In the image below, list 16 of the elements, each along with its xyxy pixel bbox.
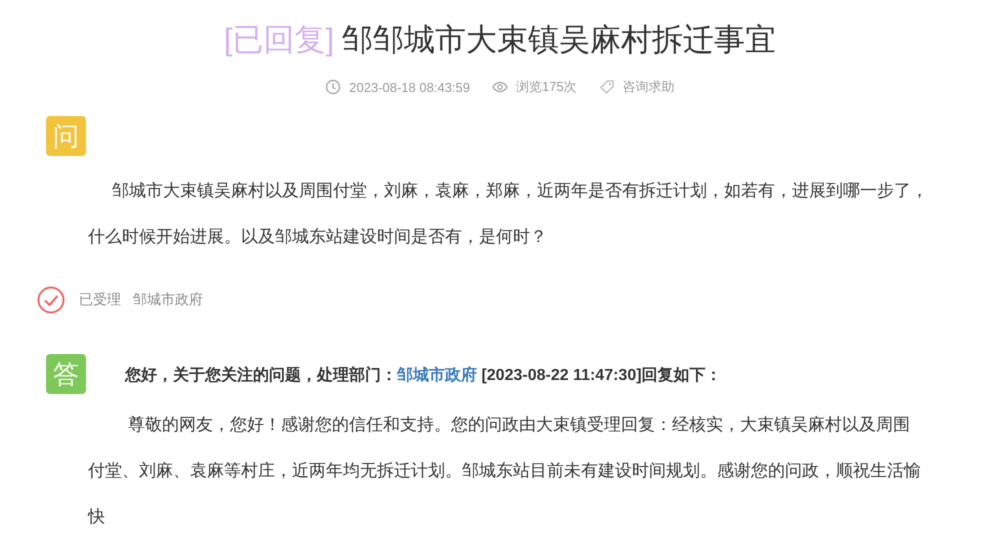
question-text: 邹城市大束镇吴麻村以及周围付堂，刘麻，袁麻，郑麻，近两年是否有拆迁计划，如若有，进展到哪一步了，什么时候开始进展。以及邹城东站建设时间是否有，是何时？ bbox=[88, 180, 929, 248]
reply-status: [已回复] bbox=[224, 22, 334, 57]
post-date: 2023-08-18 08:43:59 bbox=[349, 80, 470, 94]
department-link[interactable]: 邹城市政府 bbox=[397, 366, 477, 384]
tag-icon bbox=[598, 79, 615, 95]
department-label: 邹城市政府 bbox=[133, 291, 203, 309]
reply-heading: 您好，关于您关注的问题，处理部门：邹城市政府 [2023-08-22 11:47:30]回复如下： bbox=[125, 365, 722, 386]
eye-icon bbox=[492, 79, 508, 95]
clock-icon bbox=[325, 79, 342, 95]
page-title: 邹邹城市大束镇吴麻村拆迁事宜 bbox=[342, 22, 776, 57]
view-count: 浏览175次 bbox=[516, 78, 577, 96]
category-label: 咨询求助 bbox=[622, 78, 675, 96]
question-badge: 问 bbox=[46, 116, 86, 156]
status-label: 已受理 bbox=[79, 291, 121, 309]
answer-badge: 答 bbox=[46, 354, 86, 394]
answer-text: 尊敬的网友，您好！感谢您的信任和支持。您的问政由大束镇受理回复：经核实，大束镇吴麻村以及周围付堂、刘麻、袁麻等村庄，近两年均无拆迁计划。邹城东站目前未有建设时间规划。感谢您的问政，顺祝生活愉快 bbox=[88, 414, 922, 528]
